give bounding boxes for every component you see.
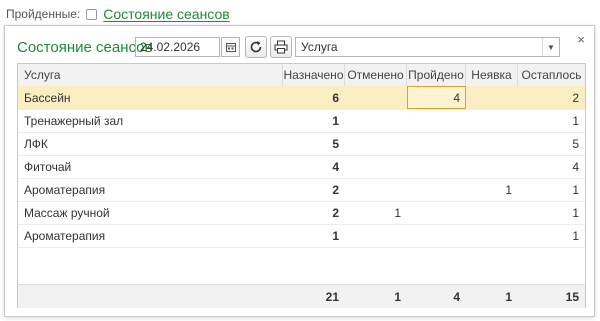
calendar-button[interactable] bbox=[221, 37, 240, 57]
cell-service: Фиточай bbox=[24, 159, 72, 174]
sessions-state-link[interactable]: Состояние сеансов bbox=[103, 6, 229, 22]
table-row[interactable]: Ароматерапия 1 1 bbox=[18, 224, 585, 248]
table-row[interactable]: Фиточай 4 4 bbox=[18, 155, 585, 179]
service-select-value: Услуга bbox=[301, 40, 338, 54]
table-row[interactable]: Бассейн 6 4 2 bbox=[18, 86, 585, 110]
cell-remaining: 1 bbox=[572, 113, 579, 128]
cell-cancelled bbox=[345, 155, 407, 178]
popup-title: Состояние сеансов bbox=[17, 39, 153, 56]
cell-noshow bbox=[466, 109, 518, 132]
cell-cancelled bbox=[345, 224, 407, 247]
col-header-remaining[interactable]: Остаплось bbox=[518, 64, 585, 86]
dropdown-arrow-icon[interactable]: ▼ bbox=[542, 38, 559, 56]
calendar-icon bbox=[225, 43, 236, 52]
sessions-state-popup: × Состояние сеансов 24.02.2026 Услуга ▼ … bbox=[4, 25, 595, 317]
refresh-button[interactable] bbox=[245, 36, 267, 58]
cell-service: Бассейн bbox=[24, 90, 71, 105]
table-row[interactable]: ЛФК 5 5 bbox=[18, 132, 585, 156]
cell-noshow bbox=[466, 155, 518, 178]
col-header-noshow[interactable]: Неявка bbox=[466, 64, 518, 86]
date-input[interactable]: 24.02.2026 bbox=[135, 37, 220, 57]
cell-noshow bbox=[466, 224, 518, 247]
sessions-table: Услуга Назначено Отменено Пройдено Неявк… bbox=[17, 63, 586, 308]
print-button[interactable] bbox=[270, 36, 292, 58]
passed-checkbox[interactable] bbox=[86, 8, 98, 20]
cell-passed bbox=[407, 132, 466, 155]
cell-service: Тренажерный зал bbox=[24, 113, 124, 128]
cell-remaining: 1 bbox=[572, 228, 579, 243]
cell-assigned: 5 bbox=[332, 136, 339, 151]
table-row[interactable]: Тренажерный зал 1 1 bbox=[18, 109, 585, 133]
passed-label: Пройденные: bbox=[6, 7, 81, 21]
cell-noshow: 1 bbox=[505, 182, 512, 197]
cell-remaining: 5 bbox=[572, 136, 579, 151]
table-row[interactable]: Массаж ручной 2 1 1 bbox=[18, 201, 585, 225]
cell-passed[interactable]: 4 bbox=[407, 86, 466, 109]
table-row[interactable]: Ароматерапия 2 1 1 bbox=[18, 178, 585, 202]
total-assigned: 21 bbox=[325, 289, 339, 304]
top-bar: Пройденные: Состояние сеансов bbox=[6, 5, 230, 23]
cell-remaining: 4 bbox=[572, 159, 579, 174]
cell-remaining: 2 bbox=[572, 90, 579, 105]
cell-assigned: 1 bbox=[332, 228, 339, 243]
cell-noshow bbox=[466, 201, 518, 224]
col-header-service[interactable]: Услуга bbox=[18, 64, 283, 86]
cell-passed bbox=[407, 201, 466, 224]
cell-service: Массаж ручной bbox=[24, 205, 110, 220]
total-remaining: 15 bbox=[565, 289, 579, 304]
table-header: Услуга Назначено Отменено Пройдено Неявк… bbox=[18, 64, 585, 87]
cell-assigned: 4 bbox=[332, 159, 339, 174]
total-service bbox=[18, 285, 283, 308]
cell-noshow bbox=[466, 132, 518, 155]
cell-assigned: 6 bbox=[332, 90, 339, 105]
cell-service: Ароматерапия bbox=[24, 182, 106, 197]
print-icon bbox=[274, 40, 288, 54]
service-select[interactable]: Услуга ▼ bbox=[295, 37, 560, 57]
cell-assigned: 2 bbox=[332, 182, 339, 197]
total-passed: 4 bbox=[453, 289, 460, 304]
col-header-assigned[interactable]: Назначено bbox=[283, 64, 345, 86]
cell-service: ЛФК bbox=[24, 136, 48, 151]
cell-passed bbox=[407, 224, 466, 247]
close-icon[interactable]: × bbox=[577, 32, 585, 47]
cell-cancelled bbox=[345, 109, 407, 132]
col-header-cancelled[interactable]: Отменено bbox=[345, 64, 407, 86]
cell-service: Ароматерапия bbox=[24, 228, 106, 243]
cell-passed bbox=[407, 109, 466, 132]
cell-cancelled bbox=[345, 178, 407, 201]
cell-remaining: 1 bbox=[572, 205, 579, 220]
cell-assigned: 2 bbox=[332, 205, 339, 220]
total-noshow: 1 bbox=[505, 289, 512, 304]
cell-passed bbox=[407, 178, 466, 201]
cell-cancelled: 1 bbox=[394, 205, 401, 220]
col-header-passed[interactable]: Пройдено bbox=[407, 64, 466, 86]
cell-cancelled bbox=[345, 86, 407, 109]
table-footer-totals: 21 1 4 1 15 bbox=[18, 284, 585, 308]
refresh-icon bbox=[250, 41, 262, 53]
total-cancelled: 1 bbox=[394, 289, 401, 304]
cell-remaining: 1 bbox=[572, 182, 579, 197]
cell-cancelled bbox=[345, 132, 407, 155]
cell-assigned: 1 bbox=[332, 113, 339, 128]
cell-noshow bbox=[466, 86, 518, 109]
cell-passed bbox=[407, 155, 466, 178]
